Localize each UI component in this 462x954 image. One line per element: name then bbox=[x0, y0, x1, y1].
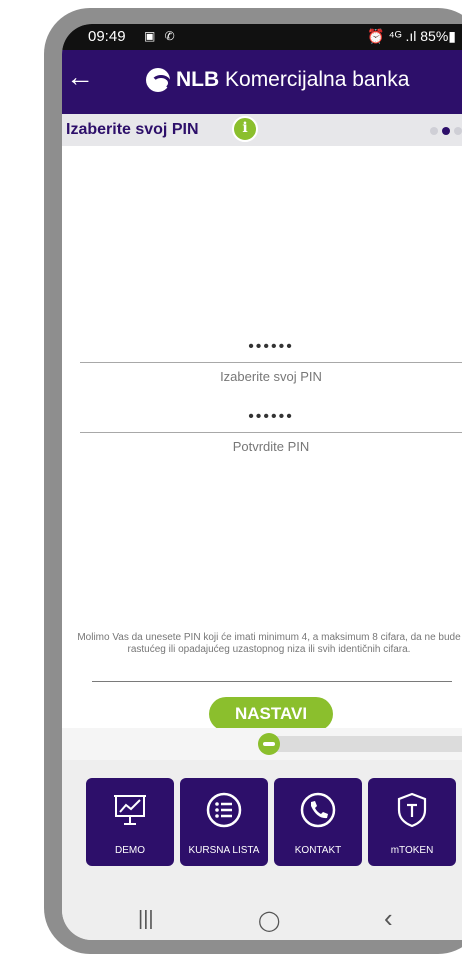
pin-input-underline bbox=[80, 362, 462, 363]
bank-logo: NLB Komercijalna banka bbox=[146, 64, 409, 96]
tile-mtoken[interactable]: mTOKEN bbox=[368, 778, 456, 866]
status-bar: 09:49 ▣ ✆ ⏰ ⁴ᴳ .ıl 85%▮ bbox=[62, 24, 462, 50]
confirm-pin-input[interactable]: •••••• bbox=[80, 408, 462, 426]
pin-form: •••••• Izaberite svoj PIN •••••• Potvrdi… bbox=[62, 146, 462, 731]
tile-demo[interactable]: DEMO bbox=[86, 778, 174, 866]
step-dot bbox=[430, 127, 438, 135]
quick-actions: DEMO KURSNA LISTA KONTAKT mTOKEN bbox=[62, 760, 462, 900]
tile-label: DEMO bbox=[115, 845, 145, 856]
divider bbox=[92, 681, 452, 682]
nlb-logo-icon bbox=[146, 68, 171, 92]
tile-exchange-rates[interactable]: KURSNA LISTA bbox=[180, 778, 268, 866]
phone-screen: 09:49 ▣ ✆ ⏰ ⁴ᴳ .ıl 85%▮ ← NLB Komercijal… bbox=[62, 24, 462, 940]
shield-token-icon bbox=[397, 792, 427, 828]
app-bar: ← NLB Komercijalna banka bbox=[62, 50, 462, 114]
phone-icon bbox=[300, 792, 336, 828]
pin-field[interactable]: •••••• Izaberite svoj PIN bbox=[80, 338, 462, 384]
info-icon[interactable] bbox=[232, 116, 258, 142]
bottom-drawer-handle[interactable] bbox=[62, 728, 462, 760]
tile-label: mTOKEN bbox=[390, 845, 434, 856]
confirm-pin-label: Potvrdite PIN bbox=[232, 439, 310, 454]
step-dot-active bbox=[442, 127, 450, 135]
logo-brand: NLB bbox=[176, 68, 220, 91]
collapse-icon[interactable] bbox=[258, 733, 280, 755]
tile-label: KURSNA LISTA bbox=[188, 845, 260, 856]
back-arrow-icon[interactable]: ← bbox=[66, 62, 96, 92]
recent-apps-icon[interactable]: ||| bbox=[138, 908, 154, 931]
step-dot bbox=[454, 127, 462, 135]
home-icon[interactable]: ◯ bbox=[258, 908, 280, 933]
logo-name: Komercijalna banka bbox=[219, 68, 410, 91]
notification-icons: ▣ ✆ bbox=[144, 29, 178, 43]
system-nav-bar: ||| ◯ ‹ bbox=[62, 900, 462, 940]
pin-label: Izaberite svoj PIN bbox=[220, 369, 322, 384]
continue-button[interactable]: NASTAVI bbox=[209, 697, 333, 731]
step-indicator bbox=[430, 127, 462, 135]
pin-rules-note: Molimo Vas da unesete PIN koji će imati … bbox=[77, 632, 461, 655]
page-title: Izaberite svoj PIN bbox=[66, 121, 199, 138]
confirm-pin-underline bbox=[80, 432, 462, 433]
tile-label: KONTAKT bbox=[294, 845, 342, 856]
pin-input[interactable]: •••••• bbox=[80, 338, 462, 356]
drawer-track bbox=[268, 736, 462, 752]
status-indicators: ⏰ ⁴ᴳ .ıl 85%▮ bbox=[367, 28, 456, 44]
tile-contact[interactable]: KONTAKT bbox=[274, 778, 362, 866]
list-icon bbox=[206, 792, 242, 828]
pin-header: Izaberite svoj PIN bbox=[62, 114, 462, 146]
presentation-chart-icon bbox=[114, 795, 146, 825]
status-time: 09:49 bbox=[88, 28, 126, 45]
back-icon[interactable]: ‹ bbox=[384, 903, 393, 934]
confirm-pin-field[interactable]: •••••• Potvrdite PIN bbox=[80, 408, 462, 454]
